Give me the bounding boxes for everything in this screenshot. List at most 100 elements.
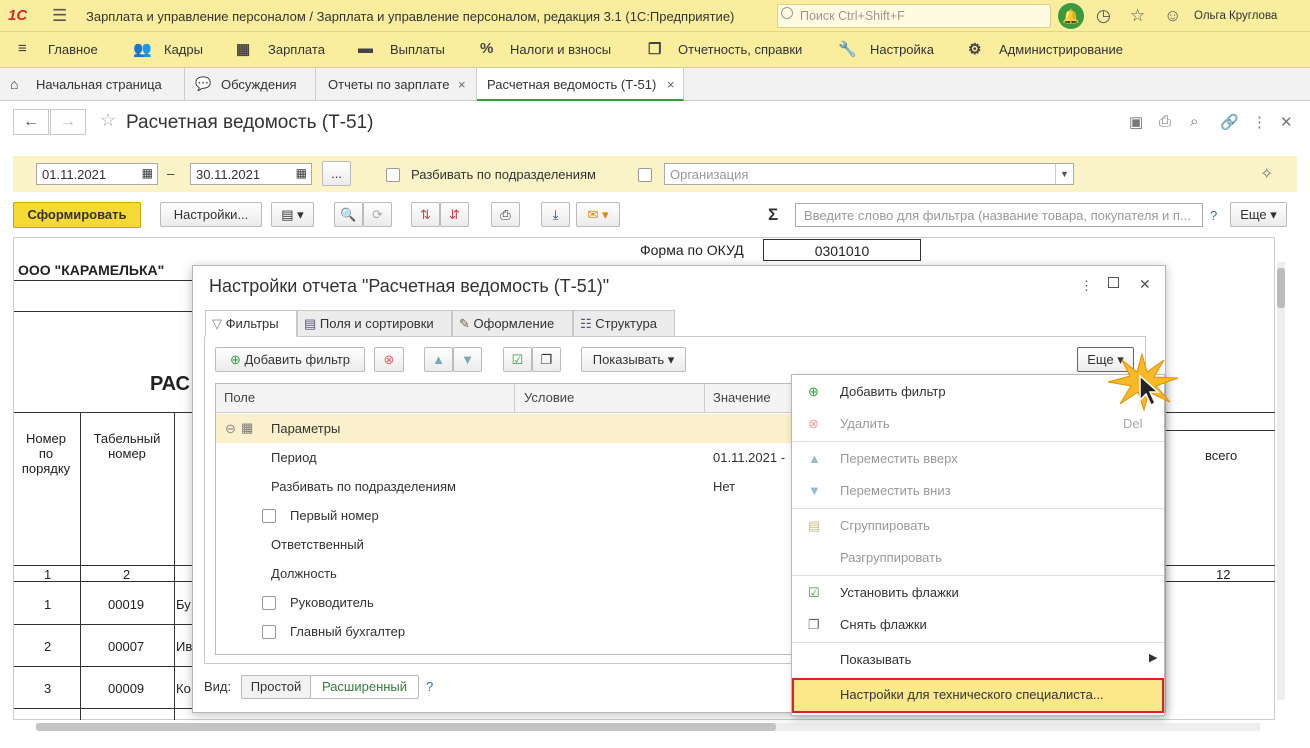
row-period[interactable]: Период — [271, 450, 317, 465]
menu-move-up[interactable]: Переместить вверх — [840, 451, 958, 466]
add-filter-button[interactable]: ⊕ Добавить фильтр — [215, 347, 365, 372]
view-extended-button[interactable]: Расширенный — [310, 675, 419, 699]
row-head[interactable]: Руководитель — [290, 595, 374, 610]
tab-home[interactable]: ⌂ Начальная страница — [0, 68, 185, 101]
row-params[interactable]: Параметры — [271, 421, 340, 436]
first-number-checkbox[interactable] — [262, 509, 276, 523]
tab-appearance[interactable]: ✎ Оформление — [452, 310, 573, 337]
col-value-header[interactable]: Значение — [713, 390, 771, 405]
row-split-value[interactable]: Нет — [713, 479, 735, 494]
org-checkbox[interactable] — [638, 168, 652, 182]
row-split[interactable]: Разбивать по подразделениям — [271, 479, 456, 494]
print-icon[interactable]: ⎙ — [491, 202, 520, 227]
section-reports[interactable]: Отчетность, справки — [678, 42, 802, 57]
collapse-icon[interactable]: ⊖ — [225, 421, 236, 437]
period-select-button[interactable]: ... — [322, 161, 351, 186]
history-icon[interactable]: ◷ — [1096, 6, 1111, 26]
menu-uncheck-all[interactable]: Снять флажки — [840, 617, 927, 632]
user-icon[interactable]: ☺ — [1164, 6, 1181, 26]
col-field-header[interactable]: Поле — [224, 390, 255, 405]
tab-payroll-t51[interactable]: Расчетная ведомость (Т-51) × — [477, 68, 684, 101]
more-button[interactable]: Еще ▾ — [1230, 202, 1287, 227]
close-icon[interactable]: ✕ — [1139, 276, 1151, 293]
sort-asc-icon[interactable]: ⇅ — [411, 202, 440, 227]
menu-move-down[interactable]: Переместить вниз — [840, 483, 951, 498]
app-logo[interactable]: 1С — [8, 7, 27, 24]
notification-bell-icon[interactable]: 🔔 — [1058, 3, 1084, 29]
user-name[interactable]: Ольга Круглова — [1194, 10, 1277, 22]
organization-field[interactable]: Организация ▼ — [664, 163, 1074, 185]
menu-show[interactable]: Показывать — [840, 652, 911, 667]
section-salary[interactable]: Зарплата — [268, 42, 325, 57]
move-up-icon[interactable]: ▲ — [424, 347, 453, 372]
delete-icon[interactable]: ⊗ — [374, 347, 404, 372]
more-vertical-icon[interactable]: ⋮ — [1080, 278, 1093, 294]
email-icon[interactable]: ✉ ▾ — [576, 202, 620, 227]
menu-tech-settings[interactable]: Настройки для технического специалиста..… — [840, 687, 1104, 702]
favorites-star-icon[interactable]: ☆ — [1130, 6, 1145, 26]
save-icon[interactable]: ▣ — [1129, 113, 1143, 131]
favorite-star-icon[interactable]: ☆ — [100, 110, 116, 131]
main-menu-icon[interactable]: ☰ — [52, 6, 67, 26]
download-icon[interactable]: ⤓ — [541, 202, 570, 227]
link-icon[interactable]: 🔗 — [1220, 113, 1239, 131]
section-main[interactable]: Главное — [48, 42, 98, 57]
close-tab-icon[interactable]: × — [667, 77, 675, 92]
menu-ungroup[interactable]: Разгруппировать — [840, 550, 942, 565]
generate-button[interactable]: Сформировать — [13, 202, 141, 228]
col-condition-header[interactable]: Условие — [524, 390, 574, 405]
filter-input[interactable]: Введите слово для фильтра (название това… — [795, 203, 1203, 227]
split-checkbox[interactable] — [386, 168, 400, 182]
move-down-icon[interactable]: ▼ — [453, 347, 482, 372]
find-icon[interactable]: 🔍 — [334, 202, 363, 227]
tab-discussions[interactable]: 💬 Обсуждения — [185, 68, 316, 101]
pin-icon[interactable]: ✧ — [1260, 164, 1273, 184]
variants-button[interactable]: ▤ ▾ — [271, 202, 314, 227]
horizontal-scroll-thumb[interactable] — [36, 723, 776, 731]
print-icon[interactable]: ⎙ — [1159, 113, 1171, 130]
head-checkbox[interactable] — [262, 596, 276, 610]
preview-icon[interactable]: ⌕ — [1190, 113, 1198, 130]
section-taxes[interactable]: Налоги и взносы — [510, 42, 611, 57]
vertical-scroll-thumb[interactable] — [1277, 268, 1285, 308]
vertical-scrollbar[interactable] — [1277, 262, 1285, 700]
show-button[interactable]: Показывать ▾ — [581, 347, 686, 372]
tab-salary-reports[interactable]: Отчеты по зарплате × — [316, 68, 477, 101]
back-button[interactable]: ← — [13, 109, 49, 135]
row-responsible[interactable]: Ответственный — [271, 537, 364, 552]
section-personnel[interactable]: Кадры — [164, 42, 203, 57]
section-payments[interactable]: Выплаты — [390, 42, 445, 57]
find-next-icon[interactable]: ⟳ — [363, 202, 392, 227]
menu-delete[interactable]: Удалить — [840, 416, 890, 431]
close-icon[interactable]: ✕ — [1280, 113, 1293, 131]
section-settings[interactable]: Настройка — [870, 42, 934, 57]
sum-icon[interactable]: Σ — [768, 205, 778, 225]
more-vertical-icon[interactable]: ⋮ — [1252, 113, 1267, 131]
check-all-icon[interactable]: ☑ — [503, 347, 532, 372]
row-first-number[interactable]: Первый номер — [290, 508, 379, 523]
dropdown-icon[interactable]: ▼ — [1055, 164, 1073, 184]
menu-check-all[interactable]: Установить флажки — [840, 585, 959, 600]
date-to-field[interactable]: 30.11.2021 ▦ — [190, 163, 312, 185]
date-from-field[interactable]: 01.11.2021 ▦ — [36, 163, 158, 185]
chief-accountant-checkbox[interactable] — [262, 625, 276, 639]
help-icon[interactable]: ? — [426, 679, 433, 694]
tab-structure[interactable]: ☷ Структура — [573, 310, 675, 337]
tab-fields-sorting[interactable]: ▤ Поля и сортировки — [297, 310, 452, 337]
settings-button[interactable]: Настройки... — [160, 202, 262, 227]
calendar-icon[interactable]: ▦ — [142, 166, 153, 180]
tab-filters[interactable]: ▽ Фильтры — [205, 310, 297, 337]
uncheck-all-icon[interactable]: ❐ — [532, 347, 561, 372]
close-tab-icon[interactable]: × — [458, 77, 466, 92]
view-simple-button[interactable]: Простой — [241, 675, 311, 699]
maximize-icon[interactable] — [1108, 277, 1119, 288]
row-position[interactable]: Должность — [271, 566, 337, 581]
sort-desc-icon[interactable]: ⇵ — [440, 202, 469, 227]
section-admin[interactable]: Администрирование — [999, 42, 1123, 57]
row-chief-accountant[interactable]: Главный бухгалтер — [290, 624, 405, 639]
search-input[interactable]: Поиск Ctrl+Shift+F — [777, 4, 1051, 28]
forward-button[interactable]: → — [50, 109, 86, 135]
help-icon[interactable]: ? — [1210, 208, 1217, 223]
row-period-value[interactable]: 01.11.2021 - — [713, 450, 785, 465]
menu-add-filter[interactable]: Добавить фильтр — [840, 384, 946, 399]
